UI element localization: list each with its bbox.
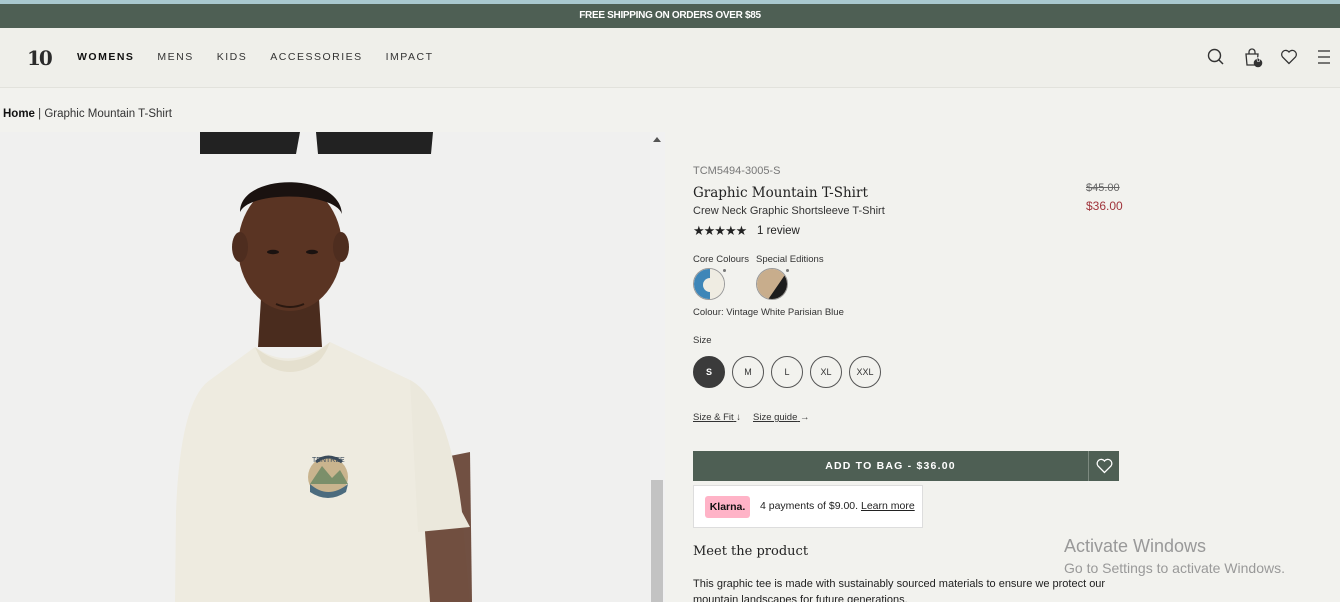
product-description: This graphic tee is made with sustainabl… <box>693 578 1106 602</box>
product-subtitle: Crew Neck Graphic Shortsleeve T-Shirt <box>693 205 885 217</box>
scroll-up-arrow-icon[interactable] <box>653 137 661 142</box>
scroll-thumb[interactable] <box>651 480 663 602</box>
size-guide-link[interactable]: Size guide → <box>753 412 810 423</box>
heart-icon[interactable] <box>1279 47 1299 67</box>
watermark-line-1: Activate Windows <box>1064 536 1207 556</box>
windows-activation-watermark: Activate Windows Go to Settings to activ… <box>1064 536 1285 576</box>
graphic-text: TENTREE <box>312 457 345 464</box>
review-count-link[interactable]: 1 review <box>757 225 800 237</box>
arrow-right-icon: → <box>800 412 810 423</box>
size-guide-text: Size guide <box>753 412 798 423</box>
gallery-scrollbar[interactable] <box>650 132 665 602</box>
rating-stars[interactable]: ★★★★★ <box>693 223 747 239</box>
klarna-logo: Klarna. <box>705 496 750 518</box>
size-fit-text: Size & Fit <box>693 412 734 423</box>
menu-icon[interactable] <box>1316 47 1336 67</box>
size-option-m[interactable]: M <box>732 356 764 388</box>
bag-icon[interactable]: 0 <box>1243 47 1263 68</box>
watermark-line-2: Go to Settings to activate Windows. <box>1064 560 1285 576</box>
breadcrumb-current: Graphic Mountain T-Shirt <box>44 108 172 120</box>
product-title: Graphic Mountain T-Shirt <box>693 185 868 201</box>
colour-name: Colour: Vintage White Parisian Blue <box>693 307 844 318</box>
nav-accessories[interactable]: ACCESSORIES <box>270 51 362 63</box>
site-header: 10 WOMENS MENS KIDS ACCESSORIES IMPACT 0 <box>0 28 1340 88</box>
nav-womens[interactable]: WOMENS <box>77 51 134 63</box>
add-to-bag-button[interactable]: ADD TO BAG - $36.00 <box>693 451 1088 481</box>
product-sku: TCM5494-3005-S <box>693 165 781 177</box>
special-editions-label: Special Editions <box>756 254 824 265</box>
sale-price: $36.00 <box>1086 199 1123 213</box>
original-price: $45.00 <box>1086 182 1120 194</box>
product-image: TENTREE <box>0 132 665 602</box>
swatch-dot <box>786 269 789 272</box>
brand-logo[interactable]: 10 <box>27 46 53 70</box>
core-colours-label: Core Colours <box>693 254 749 265</box>
cart-count-badge: 0 <box>1256 57 1261 64</box>
arrow-down-icon: ↓ <box>736 412 742 423</box>
heart-icon <box>1096 458 1113 474</box>
breadcrumb-home[interactable]: Home <box>3 108 35 120</box>
swatch-special-edition[interactable] <box>756 268 788 300</box>
nav-impact[interactable]: IMPACT <box>386 51 434 63</box>
size-option-s[interactable]: S <box>693 356 725 388</box>
swatch-vintage-white-parisian-blue[interactable] <box>693 268 725 300</box>
nav-mens[interactable]: MENS <box>157 51 193 63</box>
klarna-installments: Klarna. 4 payments of $9.00. Learn more <box>693 485 923 528</box>
swatch-dot <box>723 269 726 272</box>
size-option-xl[interactable]: XL <box>810 356 842 388</box>
breadcrumb: Home | Graphic Mountain T-Shirt <box>3 108 172 120</box>
main-nav: WOMENS MENS KIDS ACCESSORIES IMPACT <box>77 51 457 63</box>
size-fit-link[interactable]: Size & Fit ↓ <box>693 412 741 423</box>
klarna-learn-more-link[interactable]: Learn more <box>861 500 915 512</box>
meet-product-heading: Meet the product <box>693 544 809 559</box>
add-to-wishlist-button[interactable] <box>1088 451 1119 481</box>
nav-kids[interactable]: KIDS <box>217 51 248 63</box>
breadcrumb-separator: | <box>34 108 45 120</box>
klarna-payment-text: 4 payments of $9.00. <box>760 500 859 512</box>
search-icon[interactable] <box>1206 47 1226 67</box>
size-label: Size <box>693 335 712 346</box>
promo-banner: FREE SHIPPING ON ORDERS OVER $85 <box>0 4 1340 28</box>
klarna-message: 4 payments of $9.00. Learn more <box>760 500 915 512</box>
product-gallery[interactable]: TENTREE <box>0 132 665 602</box>
size-option-xxl[interactable]: XXL <box>849 356 881 388</box>
size-option-l[interactable]: L <box>771 356 803 388</box>
